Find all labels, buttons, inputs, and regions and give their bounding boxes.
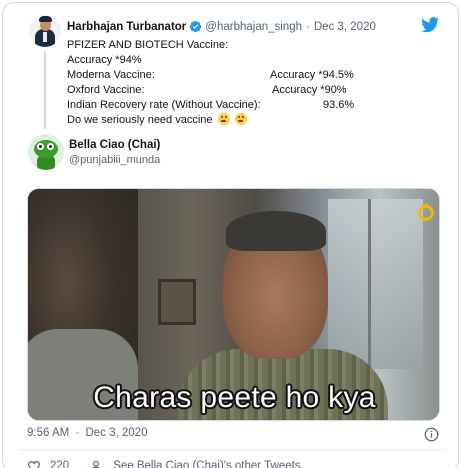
text-line: Accuracy *94.5% [270,69,354,81]
text-line: Accuracy *94% [67,54,142,66]
heart-icon[interactable] [27,459,41,468]
reply-author-avatar[interactable] [28,134,64,170]
reply-time: 9:56 AM [27,427,70,439]
tweet-media-image[interactable]: Charas peete ho kya [27,188,440,421]
twitter-bird-icon[interactable] [421,17,439,32]
text-line: Do we seriously need vaccine [67,114,213,126]
quoted-tweet-date[interactable]: Dec 3, 2020 [314,21,376,33]
dot-separator: · [75,427,80,439]
text-line: 93.6% [323,99,355,111]
text-line: Moderna Vaccine: [67,69,155,81]
reply-author-name[interactable]: Bella Ciao (Chai) [69,139,160,151]
info-icon[interactable] [424,427,439,442]
reply-timestamp[interactable]: 9:56 AM · Dec 3, 2020 [27,427,147,439]
tweet-actions: 220 See Bella Ciao (Chai)'s other Tweets [27,459,301,468]
text-line: Oxford Vaccine: [67,84,145,96]
see-other-tweets-link[interactable]: See Bella Ciao (Chai)'s other Tweets [113,460,300,468]
channel-logo-icon [418,202,434,221]
quoted-tweet-text: PFIZER AND BIOTECH Vaccine: Accuracy *94… [67,38,367,128]
meme-caption: Charas peete ho kya [93,381,376,414]
reply-author-handle[interactable]: @punjabiii_munda [69,154,160,166]
embedded-tweet-card: Harbhajan Turbanator @harbhajan_singh · … [2,2,459,468]
text-line: Indian Recovery rate (Without Vaccine): [67,99,261,111]
quoted-author-name[interactable]: Harbhajan Turbanator [67,21,186,33]
text-line: PFIZER AND BIOTECH Vaccine: [67,39,229,51]
person-icon [92,460,101,468]
dot-separator: · [306,20,310,33]
quoted-tweet-header: Harbhajan Turbanator @harbhajan_singh · … [67,20,376,33]
text-line: Accuracy *90% [272,84,347,96]
thread-connector-line [44,51,46,129]
quoted-author-avatar[interactable] [29,15,61,47]
thinking-face-emoji-icon [217,113,230,125]
verified-badge-icon [190,20,202,33]
quoted-author-handle[interactable]: @harbhajan_singh [205,21,302,33]
thinking-face-emoji-icon [234,113,247,125]
divider [19,449,447,450]
like-count: 220 [50,460,70,468]
reply-date: Dec 3, 2020 [85,427,148,439]
